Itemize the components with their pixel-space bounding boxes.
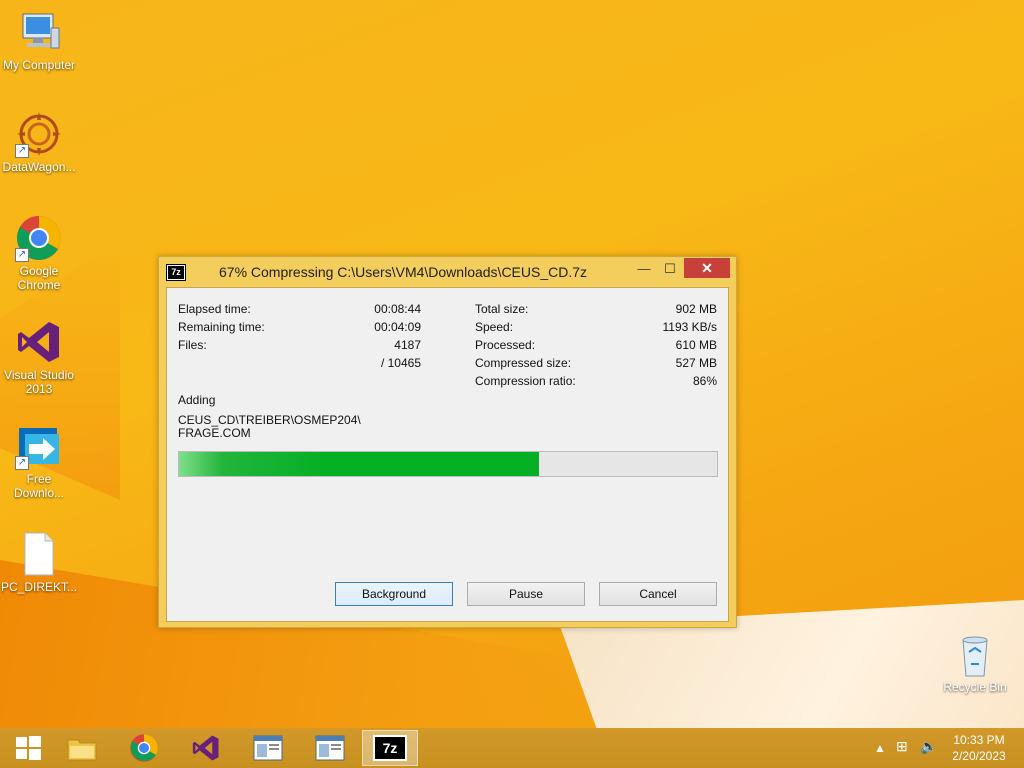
compressed-size-value: 527 MB [675,356,717,370]
pause-button[interactable]: Pause [467,582,585,606]
computer-icon [15,8,63,56]
processed-value: 610 MB [675,338,717,352]
files-label: Files: [178,338,207,352]
processed-label: Processed: [475,338,536,352]
minimize-button[interactable]: — [630,259,658,279]
total-size-value: 902 MB [675,302,717,316]
taskbar-visual-studio[interactable] [178,730,234,766]
visual-studio-icon [15,318,63,366]
progress-bar-fill [179,452,540,476]
speed-value: 1193 KB/s [662,320,717,334]
cancel-button[interactable]: Cancel [599,582,717,606]
progress-bar [178,451,718,477]
current-file-name: FRAGE.COM [178,426,251,440]
desktop-icon-label: Visual Studio 2013 [4,368,74,396]
taskbar-window-1[interactable] [240,730,296,766]
compress-progress-dialog[interactable]: 7z 67% Compressing C:\Users\VM4\Download… [158,256,737,628]
window-icon [253,735,283,761]
desktop-icon-my-computer[interactable]: My Computer [0,8,78,72]
elapsed-time-value: 00:08:44 [374,302,421,316]
datawagon-logo-icon: ↗ [15,110,63,158]
desktop-icon-pc-direkt[interactable]: PC_DIREKT... [0,530,78,594]
desktop-icon-visual-studio[interactable]: Visual Studio 2013 [0,318,78,396]
files-total-value: / 10465 [380,356,421,370]
desktop-icon-recycle-bin[interactable]: Recycle Bin [936,630,1014,694]
desktop-icon-free-download[interactable]: ↗ Free Downlo... [0,422,78,500]
dialog-title: 67% Compressing C:\Users\VM4\Downloads\C… [219,264,588,280]
compression-ratio-label: Compression ratio: [475,374,576,388]
taskbar-file-explorer[interactable] [54,730,110,766]
desktop-icon-label: Recycle Bin [943,680,1007,694]
files-value: 4187 [394,338,421,352]
shortcut-arrow-icon: ↗ [15,248,29,262]
dialog-title-bar[interactable]: 7z 67% Compressing C:\Users\VM4\Download… [159,257,736,287]
taskbar-window-2[interactable] [302,730,358,766]
compression-ratio-value: 86% [692,374,717,388]
remaining-time-label: Remaining time: [178,320,265,334]
free-download-manager-icon: ↗ [15,422,63,470]
minimize-icon: — [637,261,651,276]
shortcut-arrow-icon: ↗ [15,456,29,470]
compressed-size-label: Compressed size: [475,356,572,370]
folder-icon [67,739,97,761]
close-button[interactable]: ✕ [684,258,730,278]
taskbar-7zip[interactable]: 7z [362,730,418,766]
show-hidden-icons-chevron-up-icon[interactable]: ▲ [874,741,886,755]
current-file-path: CEUS_CD\TREIBER\OSMEP204\ [178,413,361,427]
background-button[interactable]: Background [335,582,453,606]
taskbar-chrome[interactable] [116,730,172,766]
dialog-content: Elapsed time: 00:08:44 Remaining time: 0… [166,287,729,622]
total-size-label: Total size: [475,302,529,316]
clock-date[interactable]: 2/20/2023 [946,749,1012,763]
shortcut-arrow-icon: ↗ [15,144,29,158]
windows-logo-icon [16,736,41,760]
visual-studio-icon [192,735,219,761]
close-icon: ✕ [701,260,713,276]
desktop-icon-datawagon[interactable]: ↗ DataWagon... [0,110,78,174]
desktop-icon-label: Free Downlo... [13,472,65,500]
desktop-icon-label: DataWagon... [2,160,76,174]
taskbar: 7z ▲ ⊞ 🔈 10:33 PM 2/20/2023 [0,728,1024,768]
volume-icon[interactable]: 🔈 [920,738,937,755]
recycle-bin-icon [951,630,999,678]
chrome-icon: ↗ [15,214,63,262]
desktop-icon-label: Google Chrome [17,264,61,292]
maximize-icon: ☐ [664,261,676,276]
start-button[interactable] [0,730,56,766]
maximize-button[interactable]: ☐ [656,259,684,279]
desktop-icon-label: PC_DIREKT... [0,580,78,594]
remaining-time-value: 00:04:09 [374,320,421,334]
chrome-icon [130,734,158,762]
7zip-app-icon: 7z [373,735,407,761]
7zip-app-icon[interactable]: 7z [166,264,186,281]
desktop-icon-google-chrome[interactable]: ↗ Google Chrome [0,214,78,292]
clock-time[interactable]: 10:33 PM [946,733,1012,747]
action-label: Adding [178,393,216,407]
file-icon [15,530,63,578]
elapsed-time-label: Elapsed time: [178,302,251,316]
network-icon[interactable]: ⊞ [896,738,908,755]
desktop-icon-label: My Computer [2,58,76,72]
speed-label: Speed: [475,320,514,334]
window-icon [315,735,345,761]
